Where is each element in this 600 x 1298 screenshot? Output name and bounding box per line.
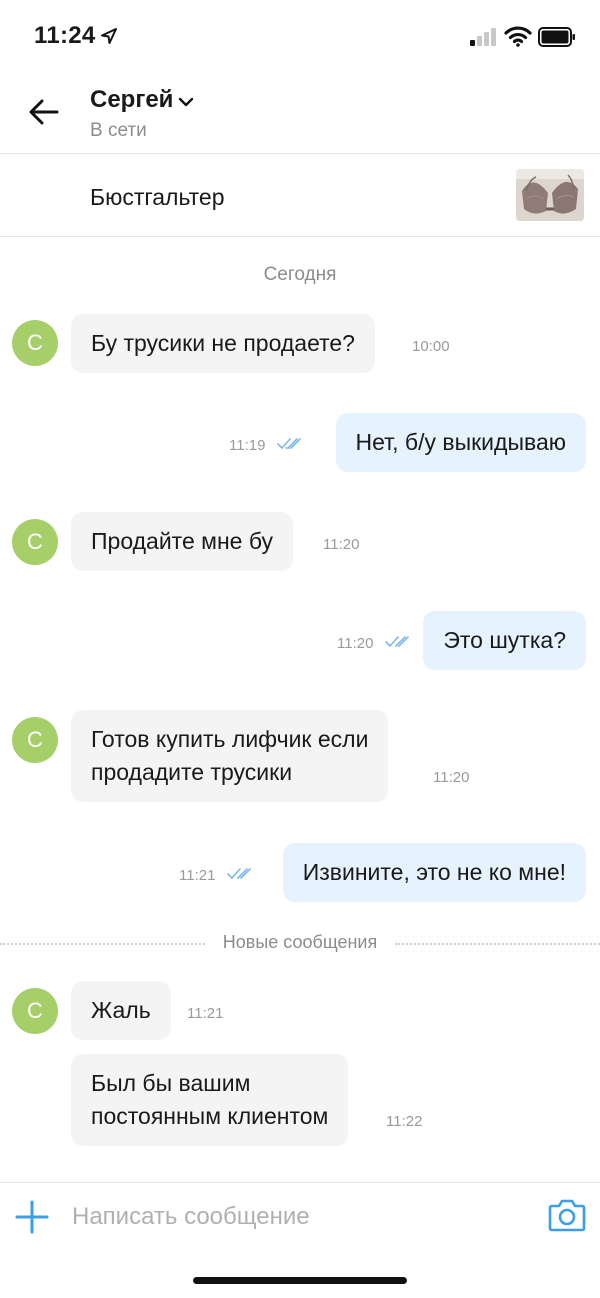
- chat-header: Сергей В сети: [0, 70, 600, 154]
- incoming-message[interactable]: Готов купить лифчик если продадите труси…: [71, 710, 389, 802]
- message-text: Жаль: [91, 997, 151, 1023]
- message-text: Это шутка?: [443, 627, 566, 653]
- message-time: 11:20: [323, 536, 360, 553]
- read-checkmarks-icon: [227, 868, 251, 879]
- listing-bar[interactable]: Бюстгальтер: [0, 154, 600, 237]
- listing-title[interactable]: Бюстгальтер: [90, 184, 225, 211]
- outgoing-message[interactable]: Извините, это не ко мне!: [282, 843, 586, 902]
- avatar-letter: С: [27, 529, 43, 554]
- avatar[interactable]: С: [12, 988, 58, 1034]
- message-time: 11:20: [337, 635, 374, 652]
- status-time: 11:24: [34, 22, 96, 49]
- message-text-line: Был бы вашим: [91, 1070, 251, 1096]
- message-time: 10:00: [412, 338, 450, 355]
- avatar[interactable]: С: [12, 717, 58, 763]
- message-text: Бу трусики не продаете?: [91, 330, 355, 356]
- message-text-line: постоянным клиентом: [91, 1103, 329, 1129]
- message-time: 11:20: [433, 769, 470, 786]
- message-input[interactable]: [72, 1199, 522, 1235]
- status-bar: 11:24: [0, 0, 600, 70]
- avatar-letter: С: [27, 998, 43, 1023]
- location-arrow-icon: [101, 28, 117, 44]
- message-text-line: Готов купить лифчик если: [91, 726, 369, 752]
- incoming-message[interactable]: Жаль: [71, 981, 171, 1040]
- outgoing-message[interactable]: Это шутка?: [423, 611, 586, 670]
- message-time: 11:22: [386, 1113, 423, 1130]
- bra-image: [516, 169, 584, 221]
- message-text-line: продадите трусики: [91, 759, 293, 785]
- incoming-message[interactable]: Бу трусики не продаете?: [71, 314, 375, 373]
- message-time: 11:19: [229, 437, 266, 454]
- chevron-down-icon[interactable]: [178, 96, 194, 108]
- back-arrow-icon: [29, 99, 59, 125]
- date-separator: Сегодня: [263, 264, 337, 285]
- message-time: 11:21: [179, 867, 216, 884]
- incoming-message[interactable]: Был бы вашим постоянным клиентом: [71, 1054, 349, 1146]
- battery-icon: [538, 27, 575, 47]
- message-text: Нет, б/у выкидываю: [355, 429, 566, 455]
- home-indicator[interactable]: [193, 1277, 407, 1284]
- avatar-letter: С: [27, 727, 43, 752]
- camera-icon[interactable]: [548, 1197, 586, 1233]
- avatar[interactable]: С: [12, 519, 58, 565]
- contact-name[interactable]: Сергей: [90, 86, 173, 114]
- message-text: Извините, это не ко мне!: [302, 859, 566, 885]
- wifi-icon: [504, 26, 532, 47]
- listing-thumbnail[interactable]: [516, 169, 584, 221]
- attach-plus-icon[interactable]: [14, 1199, 50, 1235]
- new-messages-label: Новые сообщения: [212, 932, 388, 952]
- avatar-letter: С: [27, 330, 43, 355]
- read-checkmarks-icon: [385, 636, 409, 647]
- incoming-message[interactable]: Продайте мне бу: [71, 512, 293, 571]
- message-composer: [0, 1182, 600, 1252]
- message-time: 11:21: [187, 1005, 224, 1022]
- back-button[interactable]: [24, 92, 64, 132]
- message-text: Продайте мне бу: [91, 528, 273, 554]
- read-checkmarks-icon: [277, 438, 301, 449]
- new-messages-separator: Новые сообщения: [0, 930, 600, 956]
- online-status: В сети: [90, 120, 147, 141]
- cellular-signal-icon: [470, 28, 496, 46]
- outgoing-message[interactable]: Нет, б/у выкидываю: [335, 413, 586, 472]
- avatar[interactable]: С: [12, 320, 58, 366]
